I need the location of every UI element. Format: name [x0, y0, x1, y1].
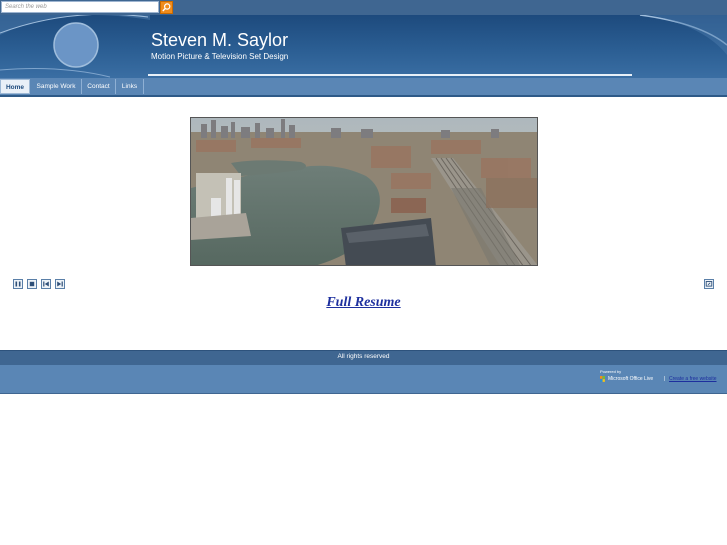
site-subtitle: Motion Picture & Television Set Design: [151, 52, 289, 61]
footer-separator: |: [664, 376, 666, 382]
nav-item-links[interactable]: Links: [116, 79, 144, 94]
top-search-bar: Search the web: [0, 0, 727, 15]
search-icon: [162, 3, 171, 12]
slideshow-image: [190, 117, 538, 266]
previous-button[interactable]: [41, 279, 51, 289]
site-header: Steven M. Saylor Motion Picture & Televi…: [0, 15, 727, 78]
main-nav: Home Sample Work Contact Links: [0, 78, 727, 97]
header-divider: [148, 74, 632, 76]
office-logo-icon: [600, 376, 605, 382]
previous-icon: [43, 281, 49, 287]
fullscreen-button[interactable]: [704, 279, 714, 289]
stop-button[interactable]: [27, 279, 37, 289]
fullscreen-icon: [705, 281, 713, 287]
site-title: Steven M. Saylor: [151, 30, 289, 50]
full-resume-link[interactable]: Full Resume: [0, 295, 727, 311]
next-icon: [57, 281, 63, 287]
pause-button[interactable]: [13, 279, 23, 289]
search-input[interactable]: Search the web: [1, 1, 159, 13]
next-button[interactable]: [55, 279, 65, 289]
stop-icon: [29, 281, 35, 287]
pause-icon: [15, 281, 21, 287]
copyright-text: All rights reserved: [337, 353, 390, 360]
city-aerial-photo: [191, 118, 537, 265]
header-decoration: [0, 15, 727, 78]
create-website-link[interactable]: Create a free website: [669, 376, 717, 382]
nav-item-contact[interactable]: Contact: [82, 79, 116, 94]
powered-by-label: Powered by: [600, 369, 622, 374]
nav-item-home[interactable]: Home: [0, 79, 30, 94]
search-button[interactable]: [160, 1, 173, 14]
nav-item-sample-work[interactable]: Sample Work: [31, 79, 82, 94]
office-live-brand[interactable]: Microsoft Office Live: [608, 376, 653, 382]
